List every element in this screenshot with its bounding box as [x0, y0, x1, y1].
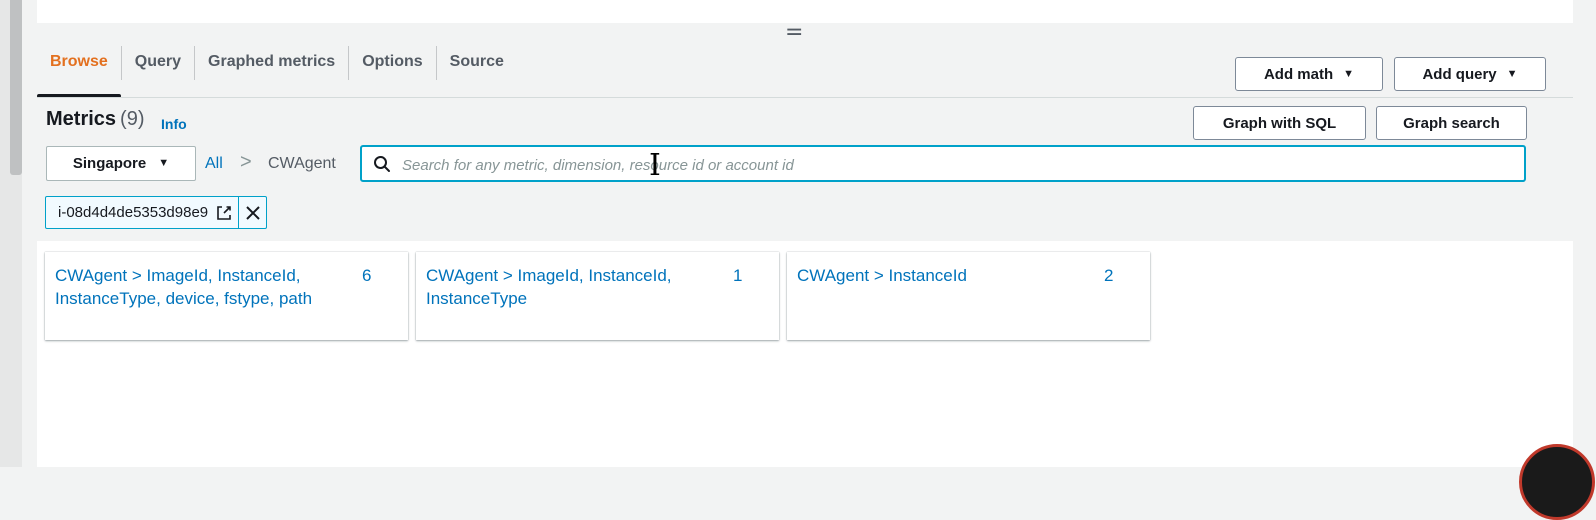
region-select[interactable]: Singapore ▼: [46, 146, 196, 181]
metric-namespace-card[interactable]: CWAgent > ImageId, InstanceId, InstanceT…: [45, 252, 408, 340]
caret-down-icon: ▼: [1506, 67, 1518, 80]
tab-bar: Browse Query Graphed metrics Options Sou…: [37, 44, 517, 98]
caret-down-icon: ▼: [1343, 67, 1355, 80]
edit-icon[interactable]: [216, 205, 232, 221]
tab-graphed-metrics[interactable]: Graphed metrics: [195, 44, 348, 98]
search-box[interactable]: [360, 145, 1526, 182]
close-icon: [245, 205, 260, 220]
tab-options[interactable]: Options: [349, 44, 435, 98]
filter-token-label: i-08d4d4de5353d98e9: [46, 197, 238, 228]
metrics-results: CWAgent > ImageId, InstanceId, InstanceT…: [37, 241, 1573, 467]
metric-namespace-card[interactable]: CWAgent > InstanceId 2: [787, 252, 1150, 340]
drag-handle-icon[interactable]: =: [785, 22, 803, 44]
caret-down-icon: ▼: [158, 157, 170, 169]
card-count: 6: [362, 266, 372, 285]
metric-namespace-card[interactable]: CWAgent > ImageId, InstanceId, InstanceT…: [416, 252, 779, 340]
card-title[interactable]: CWAgent > ImageId, InstanceId, InstanceT…: [55, 264, 345, 310]
tab-browse[interactable]: Browse: [37, 44, 121, 98]
add-math-button[interactable]: Add math ▼: [1235, 57, 1383, 91]
metrics-count: (9): [120, 108, 145, 130]
avatar: [1519, 444, 1595, 520]
add-math-label: Add math: [1263, 65, 1334, 83]
breadcrumb-separator: >: [240, 151, 252, 173]
graph-area: [37, 0, 1573, 23]
region-label: Singapore: [72, 155, 147, 172]
card-count: 2: [1104, 266, 1114, 285]
graph-with-sql-button[interactable]: Graph with SQL: [1193, 106, 1366, 140]
breadcrumb-current: CWAgent: [268, 155, 336, 172]
tabs-divider: [37, 97, 1573, 98]
card-count: 1: [733, 266, 743, 285]
remove-filter-button[interactable]: [238, 197, 266, 228]
info-link[interactable]: Info: [161, 116, 187, 132]
filter-token-text: i-08d4d4de5353d98e9: [58, 204, 209, 221]
text-cursor-icon: I: [649, 148, 661, 183]
scrollbar-thumb[interactable]: [10, 0, 22, 175]
metrics-title: Metrics: [46, 108, 117, 130]
tab-query[interactable]: Query: [122, 44, 194, 98]
breadcrumb-all[interactable]: All: [205, 155, 223, 173]
card-title[interactable]: CWAgent > InstanceId: [797, 264, 1087, 287]
graph-search-label: Graph search: [1403, 114, 1500, 132]
graph-search-button[interactable]: Graph search: [1376, 106, 1527, 140]
card-title[interactable]: CWAgent > ImageId, InstanceId, InstanceT…: [426, 264, 716, 310]
add-query-label: Add query: [1422, 65, 1497, 83]
metrics-panel: = Browse Query Graphed metrics Options S…: [37, 0, 1573, 467]
filter-token: i-08d4d4de5353d98e9: [45, 196, 268, 229]
search-icon: [374, 156, 390, 172]
add-query-button[interactable]: Add query ▼: [1394, 57, 1546, 91]
graph-with-sql-label: Graph with SQL: [1222, 114, 1337, 132]
search-input[interactable]: [400, 153, 1514, 177]
tab-source[interactable]: Source: [437, 44, 517, 98]
metrics-heading: Metrics (9): [46, 108, 144, 131]
